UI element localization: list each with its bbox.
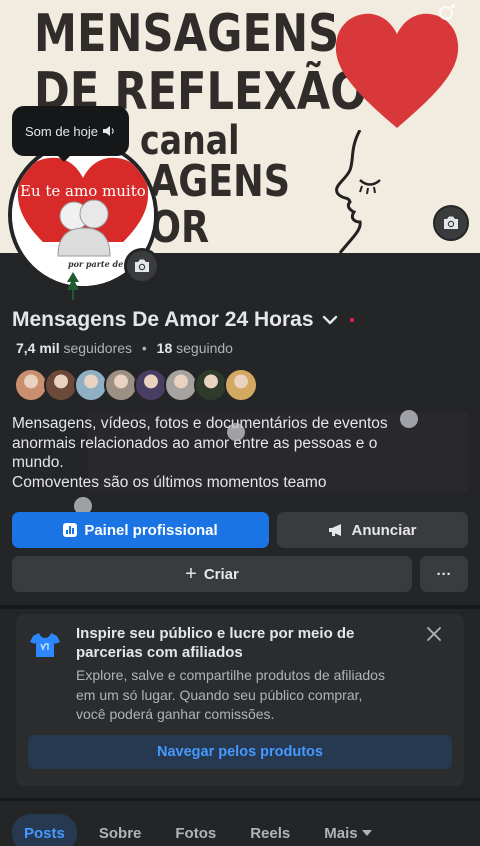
close-button[interactable]: [422, 622, 446, 646]
chevron-down-icon[interactable]: [322, 315, 338, 325]
advertise-label: Anunciar: [351, 521, 417, 539]
close-icon: [427, 627, 441, 641]
professional-dashboard-button[interactable]: Painel profissional: [12, 512, 269, 548]
follower-avatar[interactable]: [224, 368, 258, 402]
profile-name-row[interactable]: Mensagens De Amor 24 Horas: [12, 308, 354, 332]
touch-indicator: [400, 410, 418, 428]
tab-photos[interactable]: Fotos: [163, 814, 228, 846]
primary-actions: Painel profissional Anunciar: [12, 512, 468, 548]
profile-tabs: Posts Sobre Fotos Reels Mais: [12, 814, 394, 846]
promo-description: Explore, salve e compartilhe produtos de…: [76, 666, 436, 725]
camera-icon: [135, 259, 149, 272]
tab-more[interactable]: Mais: [312, 814, 383, 846]
profile-page: MENSAGENS DE REFLEXÃO canal AGENS OR Eu …: [0, 0, 480, 846]
follower-avatar[interactable]: [164, 368, 198, 402]
tab-reels[interactable]: Reels: [238, 814, 302, 846]
follower-avatar[interactable]: [14, 368, 48, 402]
promo-title: Inspire seu público e lucre por meio de …: [76, 625, 355, 661]
bio-line: Comoventes são os últimos momentos teamo: [12, 473, 327, 491]
tree-mark: [67, 272, 79, 300]
promo-desc-line: Explore, salve e compartilhe produtos de…: [76, 667, 385, 683]
cover-text-line: AGENS: [150, 156, 291, 207]
edit-avatar-camera-button[interactable]: [124, 248, 160, 284]
tab-about[interactable]: Sobre: [87, 814, 154, 846]
advertise-button[interactable]: Anunciar: [277, 512, 468, 548]
song-tooltip[interactable]: Som de hoje: [12, 106, 129, 156]
more-options-button[interactable]: ···: [420, 556, 468, 592]
more-icon: ···: [436, 565, 452, 583]
touch-indicator: [227, 423, 245, 441]
affiliate-promo-card: Inspire seu público e lucre por meio de …: [16, 614, 464, 786]
follower-avatars[interactable]: [14, 368, 258, 402]
plus-icon: +: [185, 563, 197, 585]
tab-posts[interactable]: Posts: [12, 814, 77, 846]
create-button[interactable]: + Criar: [12, 556, 412, 592]
sparkle-icon: [439, 4, 455, 20]
bio-line: mundo.: [12, 454, 64, 471]
following-label[interactable]: seguindo: [176, 340, 233, 356]
edit-cover-camera-button[interactable]: [433, 205, 469, 241]
secondary-actions: + Criar ···: [12, 556, 468, 592]
followers-count[interactable]: 7,4 mil: [16, 340, 60, 356]
bar-chart-icon: [63, 523, 78, 537]
follower-avatar[interactable]: [194, 368, 228, 402]
promo-desc-line: você poderá ganhar comissões.: [76, 706, 275, 722]
stats-separator: •: [141, 340, 147, 356]
follower-avatar[interactable]: [104, 368, 138, 402]
tooltip-text: Som de hoje: [25, 123, 98, 139]
heart-icon: [335, 13, 459, 128]
tab-more-label: Mais: [324, 824, 358, 842]
megaphone-icon: [329, 524, 342, 536]
followers-label[interactable]: seguidores: [63, 340, 132, 356]
professional-dashboard-label: Painel profissional: [84, 521, 218, 539]
tshirt-icon: [30, 633, 60, 657]
follower-avatar[interactable]: [44, 368, 78, 402]
camera-icon: [444, 216, 458, 229]
notification-dot: [349, 318, 354, 322]
create-label: Criar: [203, 565, 239, 583]
tooltip-tail: [56, 154, 72, 162]
section-divider: [0, 605, 480, 609]
browse-products-button[interactable]: Navegar pelos produtos: [28, 735, 452, 769]
follower-avatar[interactable]: [134, 368, 168, 402]
cover-text-line: MENSAGENS: [34, 4, 340, 64]
follower-avatar[interactable]: [74, 368, 108, 402]
avatar-signature: por parte de: [68, 259, 124, 269]
following-count[interactable]: 18: [157, 340, 173, 356]
face-line-art: [335, 130, 381, 253]
promo-desc-line: em um só lugar. Quando seu público compr…: [76, 686, 363, 703]
avatar-caption: Eu te amo muito!: [20, 182, 152, 200]
caret-down-icon: [361, 829, 372, 836]
section-divider: [0, 798, 480, 801]
cover-text-line: OR: [150, 202, 210, 253]
speaker-icon: [103, 126, 114, 136]
follow-stats: 7,4 mil seguidores • 18 seguindo: [16, 340, 233, 356]
page-title: Mensagens De Amor 24 Horas: [12, 308, 314, 331]
